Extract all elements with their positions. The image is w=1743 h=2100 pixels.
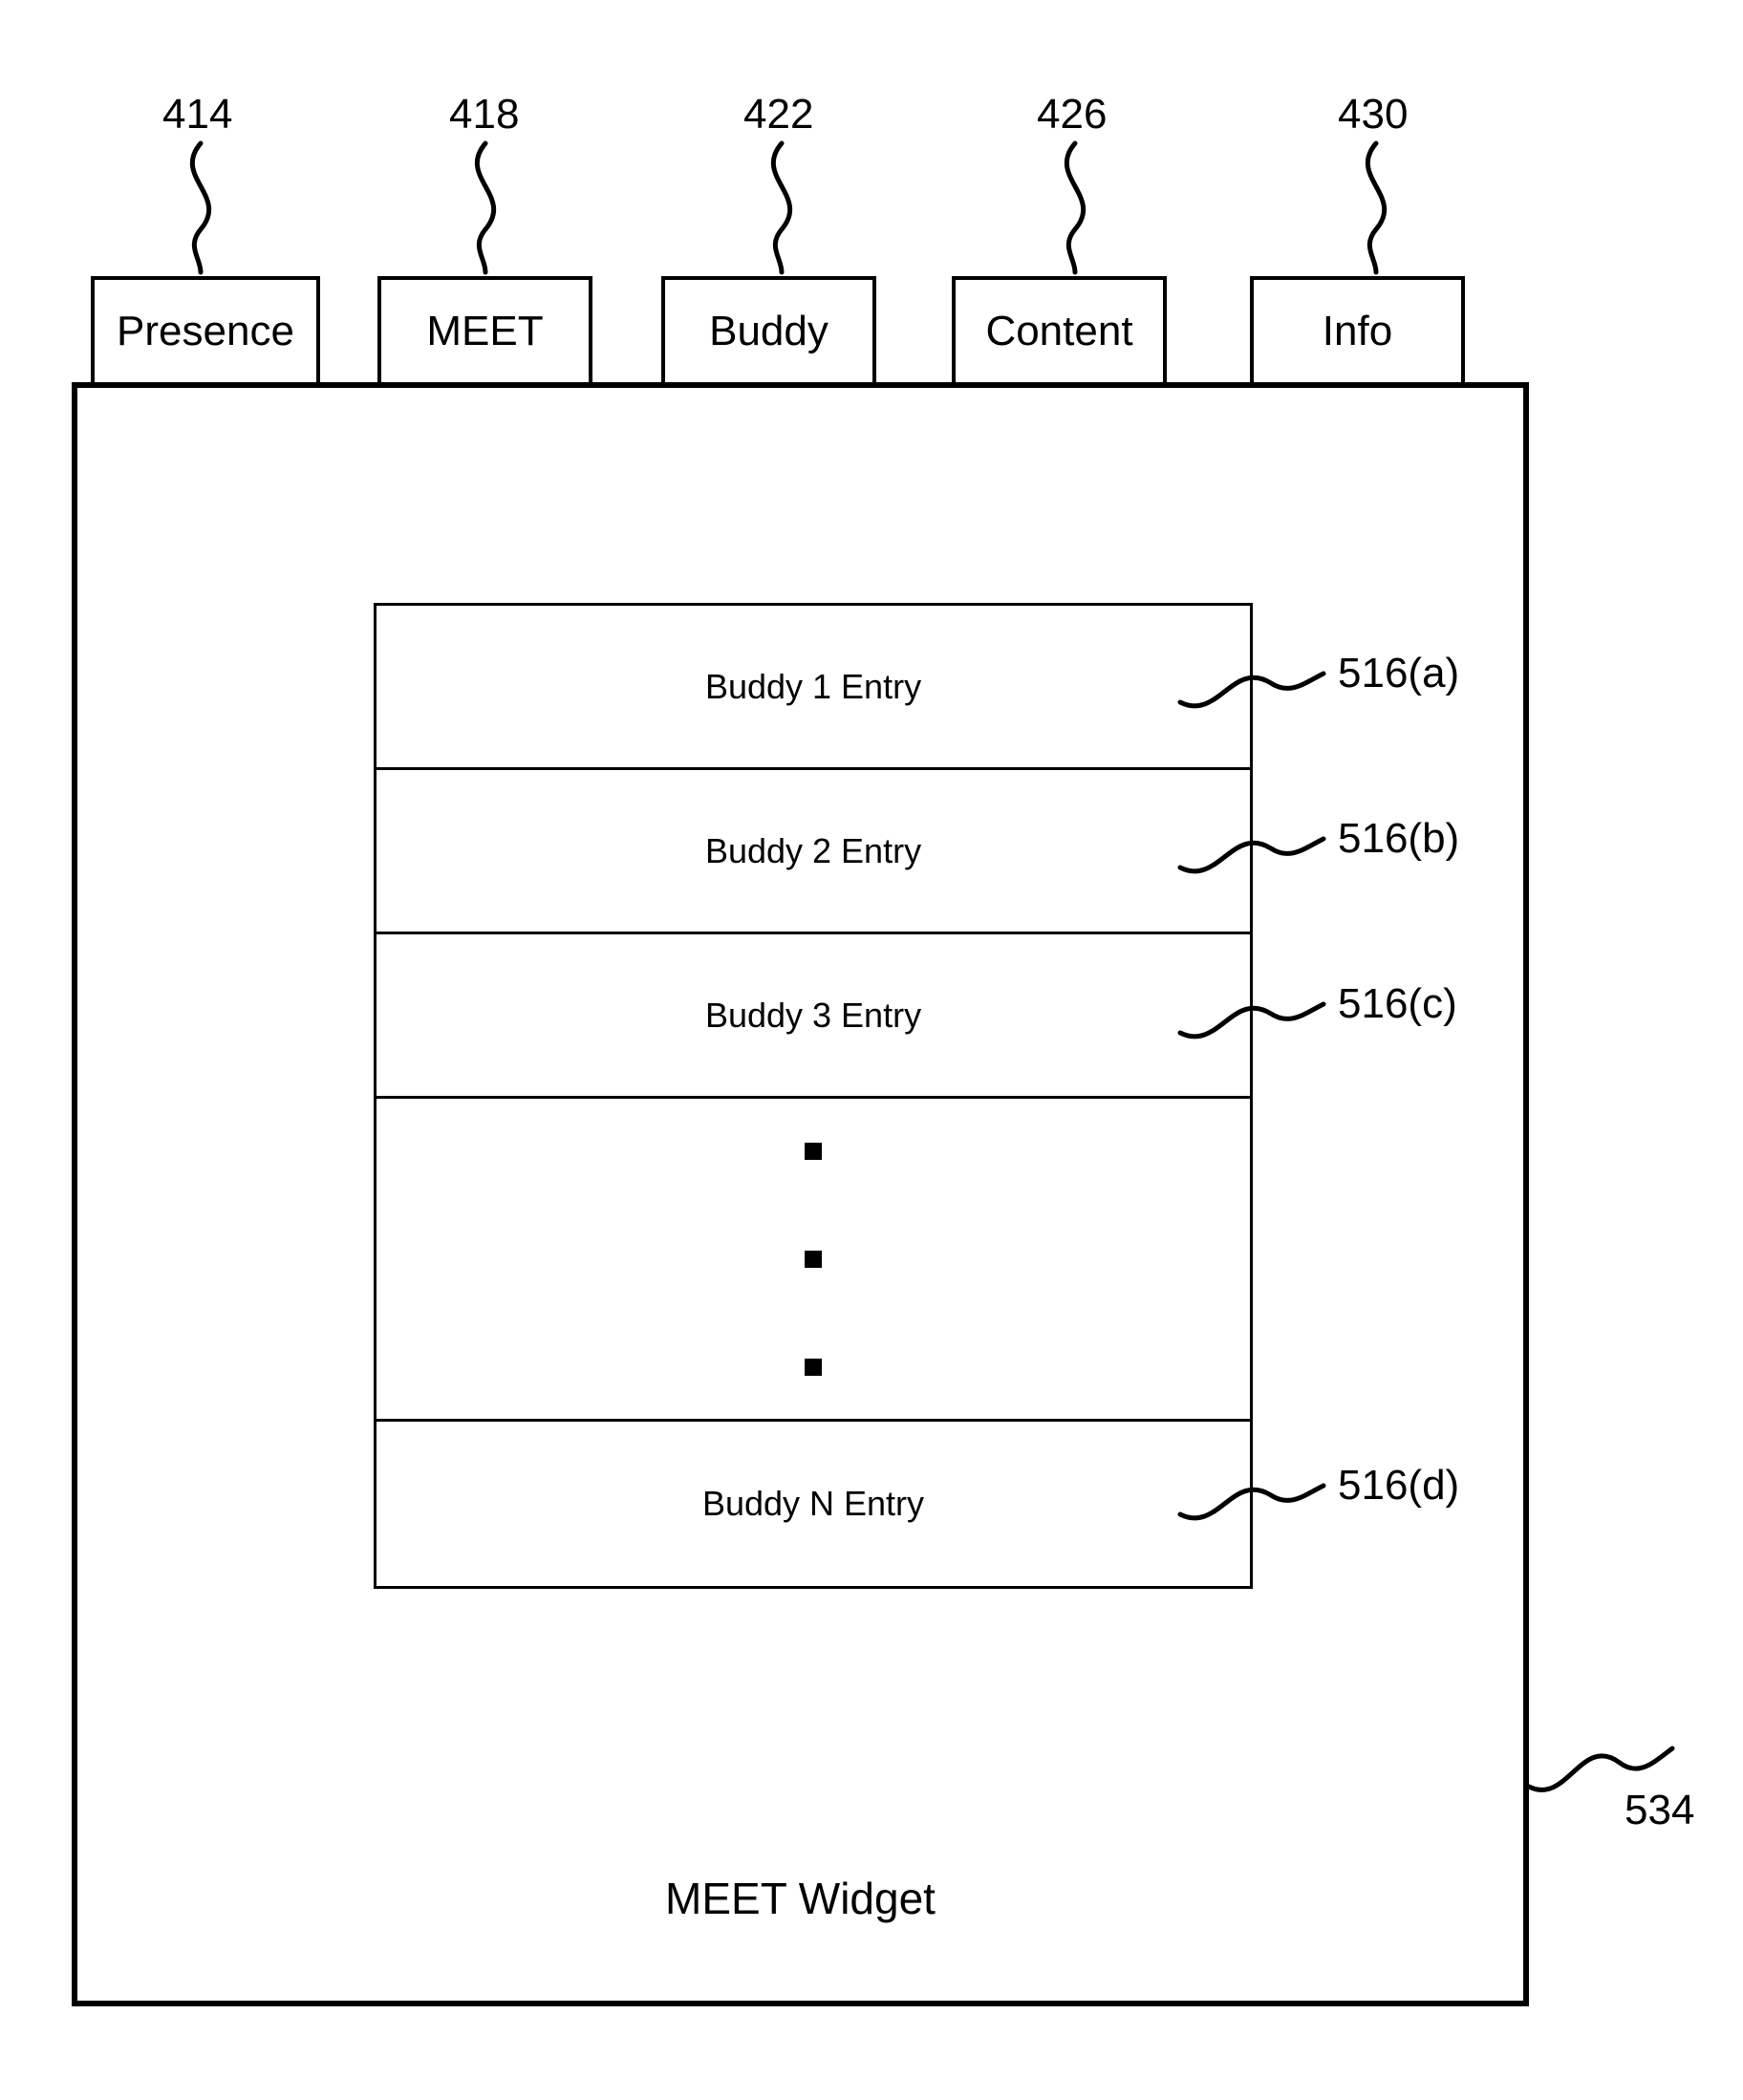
tab-lead-presence: [162, 143, 239, 277]
row-ref-516c: 516(c): [1338, 980, 1457, 1028]
tab-info[interactable]: Info: [1250, 276, 1465, 386]
row-lead-516a: [1180, 650, 1323, 717]
tab-lead-buddy: [743, 143, 820, 277]
tab-ref-presence: 414: [162, 91, 232, 139]
tab-label: MEET: [426, 308, 543, 355]
ellipsis-dot-icon: [805, 1359, 822, 1376]
widget-title: MEET Widget: [77, 1873, 1523, 1924]
tab-label: Info: [1323, 308, 1392, 355]
buddy-entry-n[interactable]: Buddy N Entry: [377, 1422, 1250, 1586]
buddy-entry-1[interactable]: Buddy 1 Entry: [377, 606, 1250, 770]
row-lead-516d: [1180, 1462, 1323, 1529]
tab-presence[interactable]: Presence: [91, 276, 320, 386]
tab-content[interactable]: Content: [952, 276, 1167, 386]
tab-ref-info: 430: [1338, 91, 1408, 139]
page: 414 418 422 426 430 Presence MEET Buddy …: [0, 0, 1743, 2100]
buddy-entry-label: Buddy 1 Entry: [705, 667, 921, 707]
panel-ref-534: 534: [1625, 1787, 1694, 1834]
tab-label: Presence: [117, 308, 294, 355]
buddy-entry-2[interactable]: Buddy 2 Entry: [377, 770, 1250, 934]
tab-label: Content: [985, 308, 1132, 355]
tab-ref-content: 426: [1037, 91, 1107, 139]
buddy-entry-label: Buddy 3 Entry: [705, 996, 921, 1036]
row-lead-516c: [1180, 980, 1323, 1047]
tab-lead-meet: [447, 143, 524, 277]
buddy-list: Buddy 1 Entry Buddy 2 Entry Buddy 3 Entr…: [374, 603, 1253, 1589]
ellipsis-dot-icon: [805, 1251, 822, 1268]
buddy-entry-label: Buddy 2 Entry: [705, 831, 921, 871]
buddy-entry-3[interactable]: Buddy 3 Entry: [377, 934, 1250, 1099]
ellipsis-dot-icon: [805, 1143, 822, 1160]
buddy-entry-label: Buddy N Entry: [702, 1484, 924, 1524]
tab-buddy[interactable]: Buddy: [661, 276, 876, 386]
tab-label: Buddy: [709, 308, 828, 355]
row-ref-516a: 516(a): [1338, 650, 1459, 697]
tab-ref-buddy: 422: [743, 91, 813, 139]
row-ref-516d: 516(d): [1338, 1462, 1459, 1510]
tab-lead-info: [1338, 143, 1414, 277]
tab-lead-content: [1037, 143, 1113, 277]
meet-widget-panel: Buddy 1 Entry Buddy 2 Entry Buddy 3 Entr…: [72, 382, 1529, 2006]
buddy-entries-ellipsis: [377, 1099, 1250, 1422]
row-ref-516b: 516(b): [1338, 815, 1459, 863]
row-lead-516b: [1180, 815, 1323, 882]
tab-ref-meet: 418: [449, 91, 519, 139]
tab-meet[interactable]: MEET: [377, 276, 592, 386]
